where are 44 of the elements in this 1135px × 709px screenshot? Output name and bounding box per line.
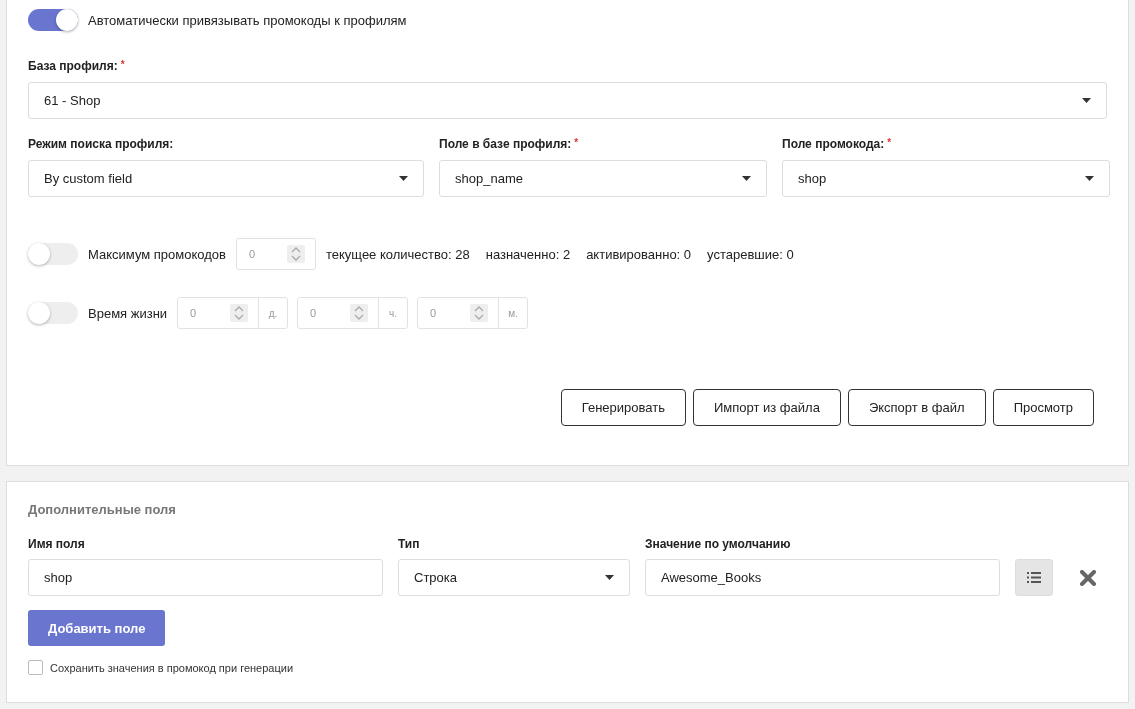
max-promocodes-label: Максимум промокодов [88, 246, 226, 262]
list-button[interactable] [1015, 559, 1053, 596]
delete-icon[interactable] [1080, 569, 1096, 586]
checkbox[interactable] [28, 660, 43, 675]
auto-bind-toggle[interactable] [28, 9, 78, 31]
profile-base-select[interactable]: 61 - Shop [28, 82, 1107, 119]
default-value-input[interactable]: Awesome_Books [645, 559, 1000, 596]
auto-bind-label: Автоматически привязывать промокоды к профилям [88, 12, 407, 28]
dropdown-select[interactable]: By custom field [28, 160, 424, 197]
lifetime-toggle[interactable] [28, 302, 78, 324]
stat-text: устаревшие: 0 [707, 246, 794, 262]
action-button[interactable]: Импорт из файла [692, 389, 841, 426]
type-select[interactable]: Строка [398, 559, 630, 596]
dropdown-select[interactable]: shop [782, 160, 1110, 197]
list-icon [1027, 572, 1041, 583]
caret-icon [1082, 98, 1091, 103]
field-name-input[interactable]: shop [28, 559, 383, 596]
add-field-button[interactable]: Добавить поле [28, 610, 166, 646]
max-promocodes-toggle[interactable] [28, 243, 78, 265]
required-mark: * [887, 137, 892, 148]
caret-icon [605, 575, 614, 580]
caret-icon [742, 176, 751, 181]
required-mark: * [574, 137, 579, 148]
caret-icon [399, 176, 408, 181]
action-button[interactable]: Экспорт в файл [847, 389, 986, 426]
required-mark: * [120, 59, 125, 70]
stat-text: активированно: 0 [586, 246, 692, 262]
field-label: Режим поиска профиля: [28, 137, 174, 151]
stat-text: назначенно: 2 [485, 246, 571, 262]
action-button[interactable]: Просмотр [992, 389, 1094, 426]
stat-text: текущее количество: 28 [325, 246, 470, 262]
dropdown-select[interactable]: shop_name [439, 160, 767, 197]
field-label: Поле промокода: [782, 137, 885, 151]
stepper-icon [286, 245, 305, 263]
action-button[interactable]: Генерировать [560, 389, 686, 426]
field-label: База профиля: [28, 59, 118, 73]
column-label: Имя поля [28, 537, 86, 551]
lifetime-label: Время жизни [88, 305, 168, 321]
field-label: Поле в базе профиля: [439, 137, 572, 151]
caret-icon [1085, 176, 1094, 181]
column-label: Значение по умолчанию [645, 537, 792, 551]
checkbox-label: Сохранить значения в промокод при генерации [50, 661, 294, 674]
section-title: Дополнительные поля [28, 502, 177, 517]
column-label: Тип [398, 537, 421, 551]
